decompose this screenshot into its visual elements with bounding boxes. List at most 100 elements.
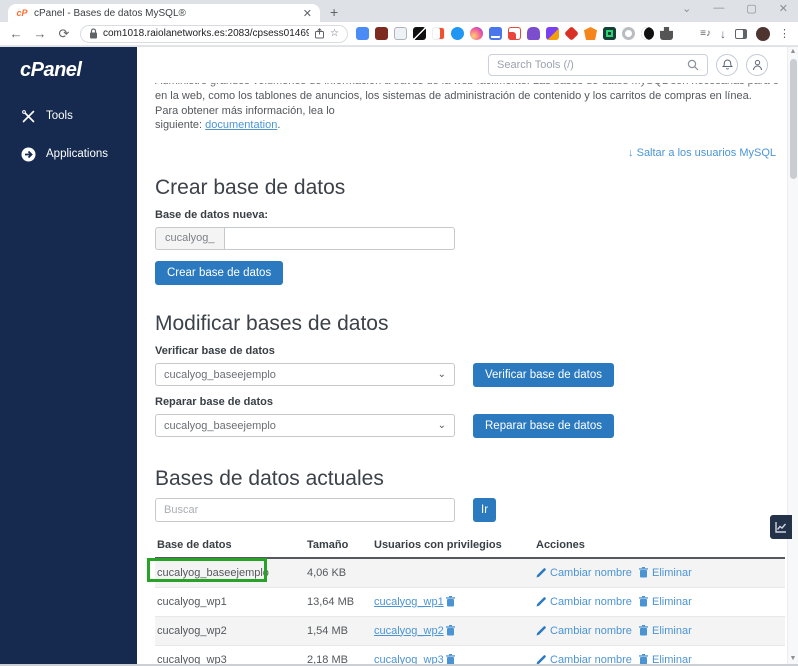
table-row: cucalyog_wp2 1,54 MB cucalyog_wp2 Cambia… — [155, 616, 785, 646]
extension-icon[interactable] — [641, 27, 654, 40]
tab-close-icon[interactable]: ✕ — [303, 7, 312, 20]
media-controls-icon[interactable]: ≡♪ — [700, 28, 711, 39]
check-database-select[interactable]: cucalyog_baseejemplo ⌄ — [155, 363, 455, 386]
user-icon — [752, 59, 762, 70]
database-size: 13,64 MB — [307, 595, 355, 608]
chevron-down-icon: ⌄ — [437, 420, 446, 431]
extension-icon[interactable] — [603, 27, 616, 40]
privileged-user-link[interactable]: cucalyog_wp1 — [374, 596, 455, 608]
check-database-label: Verificar base de datos — [155, 344, 275, 357]
documentation-link[interactable]: documentation — [205, 119, 277, 131]
search-go-button[interactable]: Ir — [473, 497, 497, 522]
cpanel-sidebar: cPanel Tools Applications — [0, 47, 137, 664]
trash-icon — [639, 625, 648, 636]
sidebar-item-applications[interactable]: Applications — [20, 146, 137, 162]
table-row: cucalyog_baseejemplo 4,06 KB Cambiar nom… — [147, 557, 785, 588]
delete-database-link[interactable]: Eliminar — [639, 596, 692, 608]
cpanel-header — [137, 47, 798, 82]
new-tab-button[interactable]: + — [330, 4, 338, 20]
extension-icon[interactable] — [432, 27, 445, 40]
column-header-actions: Acciones — [536, 538, 585, 551]
extension-icon[interactable] — [489, 27, 502, 40]
bookmark-star-icon[interactable]: ☆ — [330, 28, 339, 39]
privileged-user-link[interactable]: cucalyog_wp3 — [374, 654, 455, 664]
rename-database-link[interactable]: Cambiar nombre — [536, 567, 639, 579]
sidebar-item-label: Applications — [46, 148, 109, 160]
database-search-input[interactable] — [155, 497, 455, 522]
applications-icon — [20, 146, 36, 162]
rename-database-link[interactable]: Cambiar nombre — [536, 625, 639, 637]
address-bar[interactable]: com1018.raiolanetworks.es:2083/cpsess014… — [80, 24, 348, 43]
rename-database-link[interactable]: Cambiar nombre — [536, 654, 639, 664]
search-tools-box[interactable] — [488, 53, 708, 76]
metamask-extension-icon[interactable] — [584, 27, 597, 40]
create-database-button[interactable]: Crear base de datos — [155, 260, 284, 285]
reload-button[interactable]: ⟳ — [56, 26, 72, 42]
repair-database-button[interactable]: Reparar base de datos — [473, 413, 614, 438]
extension-icon[interactable] — [394, 27, 407, 40]
annotation-highlight-box — [147, 557, 267, 582]
database-name: cucalyog_wp3 — [157, 653, 227, 665]
tab-title: cPanel - Bases de datos MySQL® — [34, 7, 186, 19]
notifications-bell-button[interactable] — [716, 53, 738, 76]
sidebar-item-tools[interactable]: Tools — [20, 108, 137, 124]
extension-icon[interactable] — [470, 27, 483, 40]
database-name: cucalyog_wp1 — [157, 595, 227, 608]
database-name: cucalyog_wp2 — [157, 624, 227, 637]
jump-to-mysql-users-link[interactable]: ↓ Saltar a los usuarios MySQL — [628, 147, 776, 159]
downloads-icon[interactable]: ↓ — [720, 27, 726, 41]
extension-icon[interactable] — [527, 27, 540, 40]
create-database-heading: Crear base de datos — [155, 175, 346, 199]
delete-database-link[interactable]: Eliminar — [639, 567, 692, 579]
delete-database-link[interactable]: Eliminar — [639, 654, 692, 664]
modify-databases-heading: Modificar bases de datos — [155, 311, 389, 335]
scroll-up-icon[interactable]: ▲ — [790, 47, 797, 57]
current-databases-heading: Bases de datos actuales — [155, 466, 384, 490]
browser-menu-icon[interactable]: ⋮ — [779, 27, 790, 40]
table-row: cucalyog_wp1 13,64 MB cucalyog_wp1 Cambi… — [155, 588, 785, 617]
repair-database-select[interactable]: cucalyog_baseejemplo ⌄ — [155, 414, 455, 437]
window-minimize-button[interactable]: — — [713, 2, 724, 15]
extension-icon[interactable] — [546, 27, 559, 40]
trash-icon — [445, 654, 455, 664]
column-header-users: Usuarios con privilegios — [374, 538, 502, 551]
intro-paragraph: en la web, como los tablones de anuncios… — [155, 90, 752, 131]
extension-icon[interactable] — [622, 27, 635, 40]
column-header-database: Base de datos — [157, 538, 232, 551]
window-close-button[interactable]: ✕ — [779, 2, 788, 15]
extension-icon[interactable] — [451, 27, 464, 40]
extension-icon[interactable] — [508, 27, 521, 40]
browser-tab[interactable]: cP cPanel - Bases de datos MySQL® ✕ — [8, 4, 320, 22]
side-panel-icon[interactable] — [735, 28, 747, 39]
browser-toolbar: ← → ⟳ com1018.raiolanetworks.es:2083/cps… — [0, 22, 798, 46]
database-size: 1,54 MB — [307, 624, 348, 637]
delete-database-link[interactable]: Eliminar — [639, 625, 692, 637]
statistics-panel-toggle[interactable] — [770, 515, 792, 539]
tools-icon — [20, 108, 36, 124]
extension-icon[interactable] — [375, 27, 388, 40]
new-database-input[interactable] — [223, 226, 455, 250]
rename-database-link[interactable]: Cambiar nombre — [536, 596, 639, 608]
extension-icon[interactable] — [564, 26, 579, 41]
new-database-input-group: cucalyog_ — [155, 226, 455, 250]
forward-button[interactable]: → — [32, 26, 48, 41]
column-header-size: Tamaño — [307, 538, 349, 551]
share-icon[interactable] — [314, 28, 325, 39]
window-chevron-icon[interactable]: ⌄ — [682, 2, 691, 15]
extension-icon[interactable] — [413, 27, 426, 40]
trash-icon — [445, 596, 455, 607]
back-button[interactable]: ← — [8, 26, 24, 41]
pencil-icon — [536, 625, 546, 635]
chart-icon — [775, 522, 787, 533]
user-account-button[interactable] — [746, 53, 768, 76]
databases-table: Base de datos Tamaño Usuarios con privil… — [147, 535, 785, 665]
sidebar-item-label: Tools — [46, 110, 73, 122]
extension-icon[interactable] — [356, 27, 369, 40]
database-size: 4,06 KB — [307, 566, 347, 579]
privileged-user-link[interactable]: cucalyog_wp2 — [374, 625, 455, 637]
window-maximize-button[interactable]: ▢ — [746, 2, 756, 15]
browser-profile-avatar[interactable] — [756, 26, 770, 41]
check-database-button[interactable]: Verificar base de datos — [473, 362, 614, 387]
extensions-puzzle-icon[interactable] — [660, 27, 673, 40]
search-tools-input[interactable] — [497, 58, 687, 71]
